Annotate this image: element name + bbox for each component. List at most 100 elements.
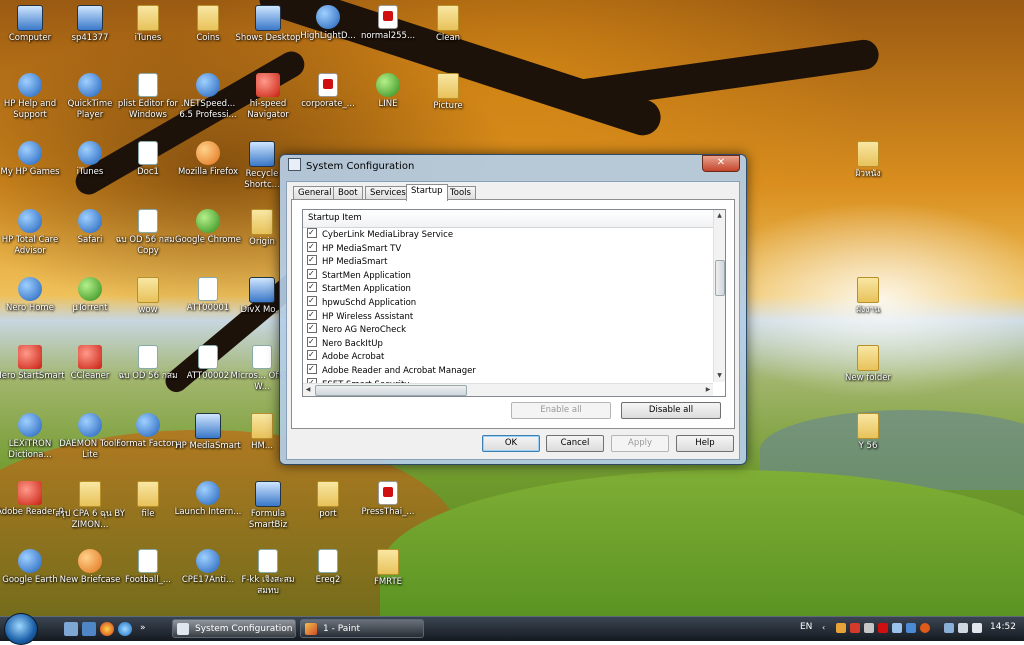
desktop-icon[interactable]: Y 56 [833,413,903,452]
scroll-right-icon[interactable]: ▶ [703,384,713,396]
desktop-icon-label: PressThai_... [361,507,415,517]
desktop-icon[interactable]: PressThai_... [353,481,423,518]
pdf-icon [318,73,338,97]
folder-icon [251,209,273,235]
disable-all-button[interactable]: Disable all [621,402,721,419]
tray-app-icon[interactable] [878,623,888,633]
taskbar-button-system-configuration[interactable]: System Configuration [172,619,296,638]
tab-services[interactable]: Services [365,186,411,200]
enable-all-button[interactable]: Enable all [511,402,611,419]
startup-item-label: hpwuSchd Application [322,297,417,308]
tray-app-icon[interactable] [850,623,860,633]
doc-icon [138,209,158,233]
tray-app-icon[interactable] [836,623,846,633]
startup-item-row[interactable]: HP MediaSmart TV [303,240,713,256]
tab-boot[interactable]: Boot [333,186,363,200]
tray-app-icon[interactable] [906,623,916,633]
tab-tools[interactable]: Tools [445,186,476,200]
desktop-icon[interactable]: Picture [413,73,483,112]
taskbar: » System Configuration 1 - Paint EN ‹ 14… [0,613,1024,645]
startup-item-checkbox[interactable] [307,226,317,240]
dialog-title-bar[interactable]: System Configuration [288,158,414,176]
screen-icon [249,141,275,167]
startup-item-checkbox[interactable] [307,294,317,308]
scroll-down-icon[interactable]: ▼ [715,371,724,381]
desktop-icon-label: New folder [845,373,891,383]
switch-windows-icon[interactable] [82,622,96,636]
ok-button[interactable]: OK [482,435,540,452]
quicklaunch-overflow-icon[interactable]: » [140,622,150,636]
startup-item-row[interactable]: StartMen Application [303,267,713,283]
startup-item-checkbox[interactable] [307,240,317,253]
scroll-left-icon[interactable]: ◀ [303,384,313,396]
desktop-icon[interactable]: New folder [833,345,903,384]
startup-item-checkbox[interactable] [307,348,317,362]
desktop-icon-label: Clean [435,33,461,43]
folder-icon [251,413,273,439]
desktop-icon-label: ผังงาน [856,305,880,315]
startup-item-row[interactable]: Nero BackItUp [303,335,713,351]
doc-icon [318,549,338,573]
cancel-button[interactable]: Cancel [546,435,604,452]
tab-general[interactable]: General [293,186,337,200]
show-desktop-icon[interactable] [64,622,78,636]
network-icon[interactable] [944,623,954,633]
startup-item-row[interactable]: Nero AG NeroCheck [303,321,713,337]
chrome-icon[interactable] [100,622,114,636]
folder-icon [377,549,399,575]
desktop-icon[interactable]: ผิวหนัง [833,141,903,180]
startup-item-row[interactable]: HP MediaSmart [303,253,713,269]
startup-item-row[interactable]: Adobe Acrobat [303,348,713,364]
internet-explorer-icon[interactable] [118,622,132,636]
startup-item-row[interactable]: CyberLink MediaLibray Service [303,226,713,242]
desktop-icon[interactable]: FMRTE [353,549,423,588]
scroll-up-icon[interactable]: ▲ [715,211,724,221]
startup-item-row[interactable]: StartMen Application [303,280,713,296]
language-indicator[interactable]: EN [800,622,812,632]
folder-icon [137,277,159,303]
folder-icon [437,73,459,99]
power-icon[interactable] [958,623,968,633]
tray-app-icon[interactable] [920,623,930,633]
doc-icon [138,141,158,165]
column-header-startup-item[interactable]: Startup Item [303,210,718,228]
wallpaper-hill-right [380,470,1024,616]
tab-startup[interactable]: Startup [406,184,448,201]
startup-item-checkbox[interactable] [307,362,317,376]
folder-icon [857,345,879,371]
startup-panel: Startup Item CyberLink MediaLibray Servi… [291,199,735,429]
startup-item-label: HP Wireless Assistant [322,311,414,322]
startup-item-row[interactable]: Adobe Reader and Acrobat Manager [303,362,713,378]
desktop-icon[interactable]: Clean [413,5,483,44]
horizontal-scrollbar[interactable]: ◀ ▶ [303,383,713,396]
close-button[interactable]: ✕ [702,155,740,172]
paint-icon [305,623,317,635]
startup-item-row[interactable]: hpwuSchd Application [303,294,713,310]
startup-item-checkbox[interactable] [307,321,317,335]
volume-icon[interactable] [972,623,982,633]
startup-item-checkbox[interactable] [307,308,317,321]
startup-item-row[interactable]: HP Wireless Assistant [303,308,713,324]
start-button[interactable] [4,613,38,645]
folder-icon [437,5,459,31]
taskbar-button-paint[interactable]: 1 - Paint [300,619,424,638]
red-icon [18,345,42,369]
startup-item-checkbox[interactable] [307,267,317,280]
red-icon [78,345,102,369]
scroll-thumb[interactable] [715,260,725,296]
tray-app-icon[interactable] [892,623,902,633]
vertical-scrollbar[interactable]: ▲ ▼ [713,210,725,382]
startup-item-checkbox[interactable] [307,335,317,348]
tray-app-icon[interactable] [864,623,874,633]
startup-item-checkbox[interactable] [307,253,317,267]
startup-item-checkbox[interactable] [307,280,317,294]
desktop-icon[interactable]: ผังงาน [833,277,903,316]
startup-list: Startup Item CyberLink MediaLibray Servi… [302,209,726,397]
folder-icon [857,277,879,303]
help-button[interactable]: Help [676,435,734,452]
green-icon [78,277,102,301]
clock[interactable]: 14:52 [990,622,1016,632]
apply-button[interactable]: Apply [611,435,669,452]
hscroll-thumb[interactable] [315,385,467,396]
tray-expand-icon[interactable]: ‹ [822,623,832,633]
